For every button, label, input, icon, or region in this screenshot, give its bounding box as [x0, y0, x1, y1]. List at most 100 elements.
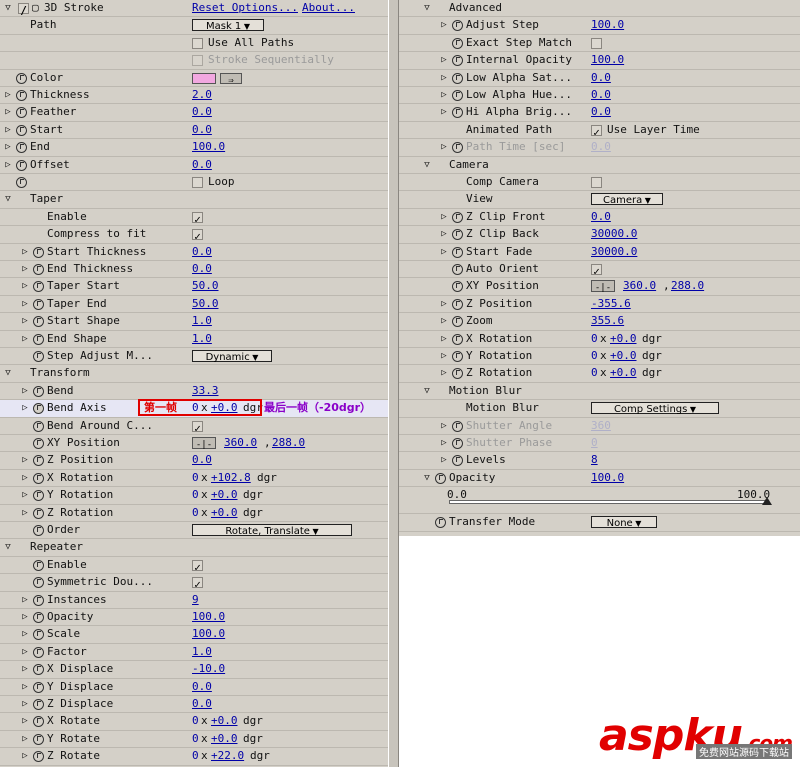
twirl-closed-icon[interactable]: ▷ [21, 453, 29, 467]
stopwatch-icon[interactable] [33, 455, 44, 467]
stopwatch-icon[interactable] [435, 517, 446, 529]
stopwatch-icon[interactable] [452, 107, 463, 119]
stopwatch-icon[interactable] [33, 281, 44, 293]
stopwatch-icon[interactable] [452, 211, 463, 223]
checkbox-unchecked[interactable] [591, 177, 602, 188]
twirl-closed-icon[interactable]: ▷ [21, 245, 29, 259]
property-value[interactable]: 2.0 [192, 88, 212, 102]
twirl-closed-icon[interactable]: ▷ [440, 419, 448, 433]
angle-degrees[interactable]: +0.0 [211, 714, 238, 728]
stopwatch-icon[interactable] [16, 72, 27, 84]
stopwatch-icon[interactable] [452, 298, 463, 310]
stopwatch-icon[interactable] [33, 577, 44, 589]
twirl-closed-icon[interactable]: ▷ [21, 262, 29, 276]
dropdown-motion-blur[interactable]: Comp Settings [591, 402, 719, 415]
stopwatch-icon[interactable] [452, 351, 463, 362]
checkbox-checked[interactable]: ✓ [192, 420, 203, 435]
stopwatch-icon[interactable] [33, 733, 44, 745]
stopwatch-icon[interactable] [33, 559, 44, 571]
checkbox-checked[interactable]: ✓ [192, 229, 203, 243]
stopwatch-icon[interactable] [16, 107, 27, 119]
twirl-closed-icon[interactable]: ▷ [440, 227, 448, 241]
property-value[interactable]: 0.0 [192, 123, 212, 137]
stopwatch-icon[interactable] [33, 385, 44, 397]
property-value[interactable]: 100.0 [192, 627, 225, 641]
stopwatch-icon[interactable] [452, 438, 463, 449]
checkbox-checked[interactable]: ✓ [192, 211, 203, 226]
stopwatch-icon[interactable] [16, 124, 27, 136]
stopwatch-icon[interactable] [452, 37, 463, 49]
panel-splitter[interactable] [388, 0, 399, 767]
twirl-open-icon[interactable]: ▽ [4, 540, 12, 554]
checkbox-checked[interactable]: ✓ [192, 577, 203, 591]
property-value[interactable]: 8 [591, 453, 598, 467]
stopwatch-icon[interactable] [452, 368, 463, 380]
stopwatch-icon[interactable] [33, 490, 44, 502]
stopwatch-icon[interactable] [33, 716, 44, 728]
property-value[interactable]: -355.6 [591, 297, 631, 311]
twirl-closed-icon[interactable]: ▷ [21, 401, 29, 415]
stopwatch-icon[interactable] [452, 316, 463, 328]
twirl-closed-icon[interactable]: ▷ [440, 332, 448, 346]
color-swatch[interactable] [192, 72, 216, 84]
twirl-closed-icon[interactable]: ▷ [21, 732, 29, 746]
twirl-closed-icon[interactable]: ▷ [21, 279, 29, 293]
angle-degrees[interactable]: +0.0 [610, 349, 637, 363]
stopwatch-icon[interactable] [452, 333, 463, 345]
twirl-closed-icon[interactable]: ▷ [21, 714, 29, 728]
twirl-closed-icon[interactable]: ▷ [440, 366, 448, 380]
checkbox-unchecked[interactable] [591, 37, 602, 49]
angle-degrees[interactable]: +102.8 [211, 471, 251, 485]
property-value[interactable]: 0.0 [192, 105, 212, 119]
angle-revolutions[interactable]: 0 [591, 366, 598, 380]
twirl-closed-icon[interactable]: ▷ [21, 749, 29, 763]
checkbox-checked[interactable]: ✓ [591, 264, 602, 278]
stopwatch-icon[interactable] [452, 281, 463, 293]
stopwatch-icon[interactable] [33, 525, 44, 536]
stopwatch-icon[interactable] [33, 681, 44, 693]
property-value[interactable]: 355.6 [591, 314, 624, 328]
twirl-closed-icon[interactable]: ▷ [21, 384, 29, 398]
stopwatch-icon[interactable] [33, 646, 44, 658]
stopwatch-icon[interactable] [452, 420, 463, 432]
property-value[interactable]: 50.0 [192, 279, 219, 293]
twirl-closed-icon[interactable]: ▷ [440, 349, 448, 363]
angle-degrees[interactable]: +0.0 [211, 488, 238, 502]
stopwatch-icon[interactable] [33, 699, 44, 710]
property-value[interactable]: 0.0 [192, 453, 212, 467]
angle-degrees[interactable]: +22.0 [211, 749, 244, 763]
twirl-closed-icon[interactable]: ▷ [21, 645, 29, 659]
angle-revolutions[interactable]: 0 [192, 471, 199, 485]
stopwatch-icon[interactable] [16, 90, 27, 101]
angle-degrees[interactable]: +0.0 [610, 366, 637, 380]
property-value[interactable]: 100.0 [591, 53, 624, 67]
twirl-open-icon[interactable]: ▽ [4, 192, 12, 206]
twirl-closed-icon[interactable]: ▷ [21, 297, 29, 311]
stopwatch-icon[interactable] [452, 72, 463, 84]
property-value[interactable]: 0.0 [591, 88, 611, 102]
angle-degrees[interactable]: +0.0 [211, 732, 238, 746]
dropdown-path[interactable]: Mask 1 [192, 19, 264, 32]
stopwatch-icon[interactable] [33, 472, 44, 484]
eyedropper-icon[interactable]: ⇒ [220, 72, 242, 86]
property-value[interactable]: 1.0 [192, 645, 212, 659]
property-value[interactable]: 0.0 [192, 245, 212, 259]
twirl-open-icon[interactable]: ▽ [423, 384, 431, 398]
about-link[interactable]: About... [302, 1, 355, 15]
stopwatch-icon[interactable] [16, 177, 27, 188]
twirl-closed-icon[interactable]: ▷ [440, 71, 448, 85]
twirl-open-icon[interactable]: ▽ [4, 366, 12, 380]
twirl-closed-icon[interactable]: ▷ [440, 245, 448, 259]
property-value[interactable]: 0.0 [192, 262, 212, 276]
twirl-closed-icon[interactable]: ▷ [21, 332, 29, 346]
stopwatch-icon[interactable] [33, 612, 44, 623]
stopwatch-icon[interactable] [33, 438, 44, 449]
stopwatch-icon[interactable] [452, 55, 463, 67]
twirl-closed-icon[interactable]: ▷ [21, 488, 29, 502]
angle-revolutions[interactable]: 0 [591, 349, 598, 363]
crosshair-icon[interactable]: -|- [192, 437, 216, 450]
property-value[interactable]: -10.0 [192, 662, 225, 676]
property-value[interactable]: 0.0 [192, 680, 212, 694]
property-value[interactable]: 9 [192, 593, 199, 607]
property-value[interactable]: 0.0 [192, 697, 212, 711]
